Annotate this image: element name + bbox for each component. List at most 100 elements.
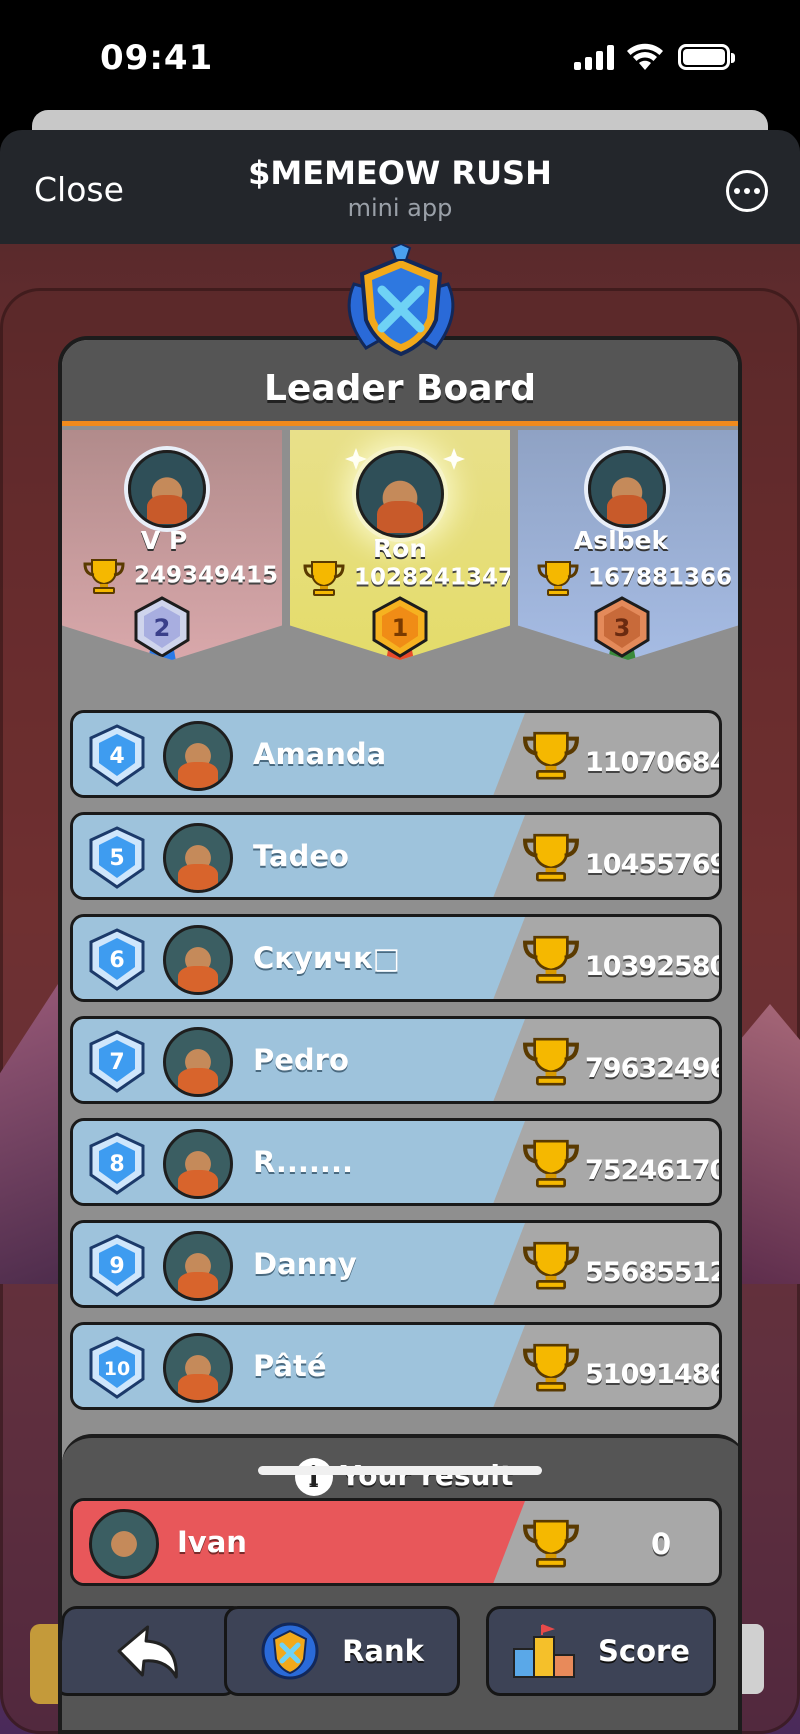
rank-label: Rank <box>342 1634 424 1668</box>
podium-third[interactable]: Aslbek 167881366 3 <box>518 430 738 660</box>
avatar <box>163 721 233 791</box>
status-bar: 09:41 <box>0 0 800 118</box>
avatar <box>89 1509 159 1579</box>
medal-rank: 2 <box>154 614 171 642</box>
trophy-icon <box>523 935 579 984</box>
leaderboard-row[interactable]: 4 Amanda 110706845 <box>70 710 722 798</box>
avatar <box>588 450 666 528</box>
home-indicator[interactable] <box>258 1466 542 1475</box>
info-icon[interactable]: i <box>294 1458 333 1496</box>
row-score: 104557695 <box>585 849 719 880</box>
podium-score: 1028241347 <box>302 560 515 596</box>
battery-icon <box>678 44 735 70</box>
trophy-icon <box>523 1139 579 1188</box>
your-result-title: i Your result <box>62 1458 738 1496</box>
wifi-icon <box>627 43 663 70</box>
medal-rank: 3 <box>614 614 631 642</box>
podium-name: Ron <box>372 534 428 563</box>
leaderboard-row[interactable]: 10 Pâté 51091486 <box>70 1322 722 1410</box>
rank-emblem-small-icon <box>261 1622 319 1680</box>
podium-score: 249349415 <box>82 558 278 594</box>
rank-shield-icon: 6 <box>89 928 145 991</box>
leaderboard-row[interactable]: 8 R....... 75246170 <box>70 1118 722 1206</box>
medal-bronze-icon: 3 <box>594 596 650 660</box>
row-rank: 8 <box>109 1152 124 1177</box>
score-button[interactable]: Score <box>486 1606 716 1696</box>
row-score: 55685512 <box>585 1257 722 1288</box>
avatar <box>163 1129 233 1199</box>
avatar <box>356 450 444 538</box>
rank-button[interactable]: Rank <box>224 1606 460 1696</box>
back-button[interactable] <box>62 1606 247 1696</box>
avatar <box>128 450 206 528</box>
row-score: 51091486 <box>585 1359 722 1390</box>
avatar <box>163 823 233 893</box>
trophy-icon <box>523 833 579 882</box>
row-rank: 5 <box>109 846 124 871</box>
row-name: Pâté <box>253 1349 327 1383</box>
leaderboard-row[interactable]: 6 Скуичк□ 103925807 <box>70 914 722 1002</box>
status-time: 09:41 <box>100 38 214 78</box>
medal-gold-icon: 1 <box>372 596 428 660</box>
score-label: Score <box>598 1634 690 1668</box>
podium-score: 167881366 <box>536 560 732 596</box>
trophy-icon <box>523 1037 579 1086</box>
app-title: $MEMEOW RUSH <box>248 154 552 192</box>
trophy-icon <box>523 1519 579 1568</box>
leaderboard-row[interactable]: 7 Pedro 79632496 <box>70 1016 722 1104</box>
podium-second[interactable]: V P 249349415 2 <box>62 430 282 660</box>
row-name: Danny <box>253 1247 357 1281</box>
avatar <box>163 925 233 995</box>
mini-app-header: Close $MEMEOW RUSH mini app <box>0 130 800 244</box>
leaderboard-row[interactable]: 5 Tadeo 104557695 <box>70 812 722 900</box>
row-name: R....... <box>253 1145 353 1179</box>
row-rank: 9 <box>109 1254 124 1279</box>
my-score: 0 <box>651 1527 672 1561</box>
avatar <box>163 1333 233 1403</box>
podium-name: Aslbek <box>573 526 669 555</box>
more-options-icon[interactable] <box>726 170 768 212</box>
trophy-icon <box>537 561 579 596</box>
my-name: Ivan <box>177 1525 247 1559</box>
podium-first[interactable]: Ron 1028241347 1 <box>290 430 510 660</box>
rank-shield-icon: 5 <box>89 826 145 889</box>
row-name: Tadeo <box>253 839 349 873</box>
row-name: Pedro <box>253 1043 349 1077</box>
trophy-icon <box>523 731 579 780</box>
rank-shield-icon: 9 <box>89 1234 145 1297</box>
rank-shield-icon: 7 <box>89 1030 145 1093</box>
podium-score-value: 249349415 <box>134 562 279 589</box>
trophy-icon <box>83 559 125 594</box>
row-score: 79632496 <box>585 1053 722 1084</box>
cellular-signal-icon <box>574 44 614 70</box>
podium-score-value: 167881366 <box>588 564 733 591</box>
trophy-icon <box>303 561 345 596</box>
your-result-label: Your result <box>340 1459 514 1492</box>
rank-emblem-icon <box>347 244 455 357</box>
leaderboard-panel: Leader Board V P 249349415 2 Ron 1028241… <box>58 336 742 1734</box>
leaderboard-title: Leader Board <box>263 368 537 409</box>
rank-shield-icon: 10 <box>89 1336 145 1399</box>
medal-silver-icon: 2 <box>134 596 190 660</box>
rank-shield-icon: 8 <box>89 1132 145 1195</box>
row-rank: 4 <box>109 744 124 769</box>
my-result-row[interactable]: Ivan 0 <box>70 1498 722 1586</box>
row-score: 75246170 <box>585 1155 722 1186</box>
podium-icon <box>513 1624 575 1678</box>
row-score: 103925807 <box>585 951 719 982</box>
back-arrow-icon <box>117 1625 178 1679</box>
row-rank: 6 <box>109 948 124 973</box>
podium-score-value: 1028241347 <box>354 564 515 591</box>
leaderboard-row[interactable]: 9 Danny 55685512 <box>70 1220 722 1308</box>
game-screen: Leader Board V P 249349415 2 Ron 1028241… <box>0 244 800 1734</box>
app-subtitle: mini app <box>347 194 453 222</box>
trophy-icon <box>523 1241 579 1290</box>
row-rank: 7 <box>109 1050 124 1075</box>
row-name: Amanda <box>253 737 387 771</box>
row-score: 110706845 <box>585 747 719 778</box>
rank-shield-icon: 4 <box>89 724 145 787</box>
avatar <box>163 1027 233 1097</box>
row-rank: 10 <box>104 1358 130 1380</box>
row-name: Скуичк□ <box>253 941 401 975</box>
medal-rank: 1 <box>392 614 409 642</box>
